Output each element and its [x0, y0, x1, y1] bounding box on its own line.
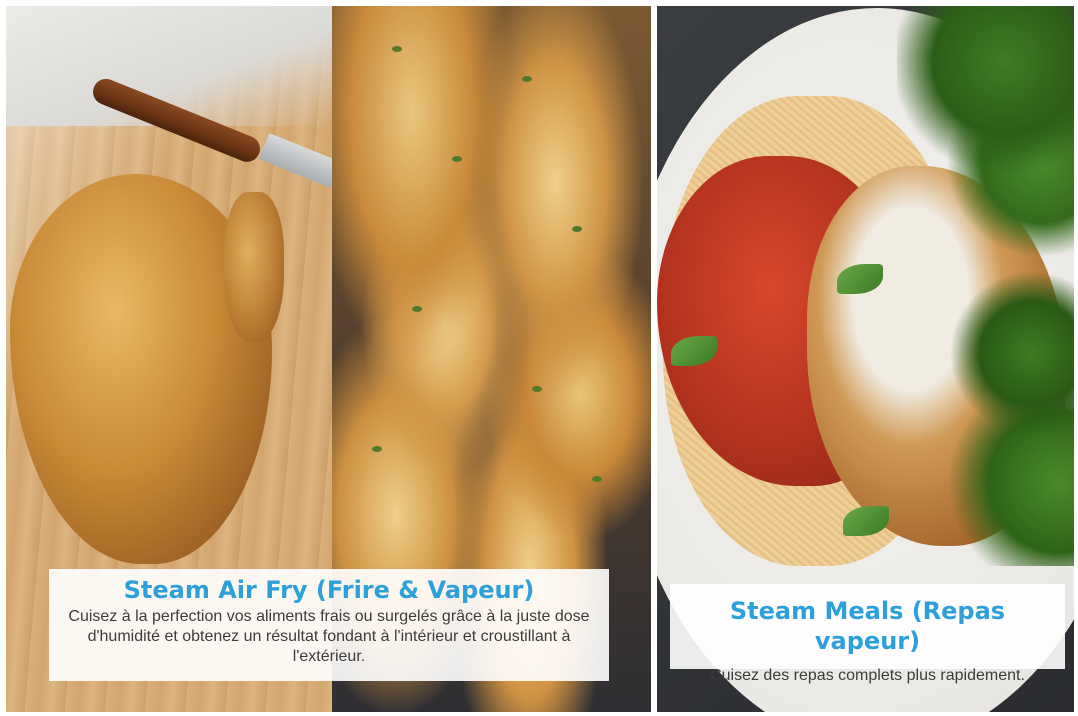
- herb-garnish: [522, 76, 532, 82]
- steam-air-fry-panel: Steam Air Fry (Frire & Vapeur) Cuisez à …: [6, 6, 651, 712]
- herb-garnish: [572, 226, 582, 232]
- herb-garnish: [412, 306, 422, 312]
- steam-meals-caption: Steam Meals (Repas vapeur) Cuisez des re…: [670, 584, 1065, 684]
- herb-garnish: [372, 446, 382, 452]
- herb-garnish: [592, 476, 602, 482]
- herb-garnish: [392, 46, 402, 52]
- steam-meals-panel: Steam Meals (Repas vapeur) Cuisez des re…: [657, 6, 1074, 712]
- herb-garnish: [452, 156, 462, 162]
- caption-title: Steam Air Fry (Frire & Vapeur): [123, 576, 535, 604]
- caption-description: Cuisez des repas complets plus rapidemen…: [710, 667, 1025, 684]
- herb-garnish: [532, 386, 542, 392]
- knife-blade: [258, 133, 332, 193]
- caption-description: Cuisez à la perfection vos aliments frai…: [68, 608, 590, 665]
- caption-title: Steam Meals (Repas vapeur): [729, 597, 1006, 655]
- broccolini: [897, 6, 1074, 566]
- steam-air-fry-caption: Steam Air Fry (Frire & Vapeur) Cuisez à …: [49, 569, 609, 681]
- chicken-drumstick: [224, 192, 284, 342]
